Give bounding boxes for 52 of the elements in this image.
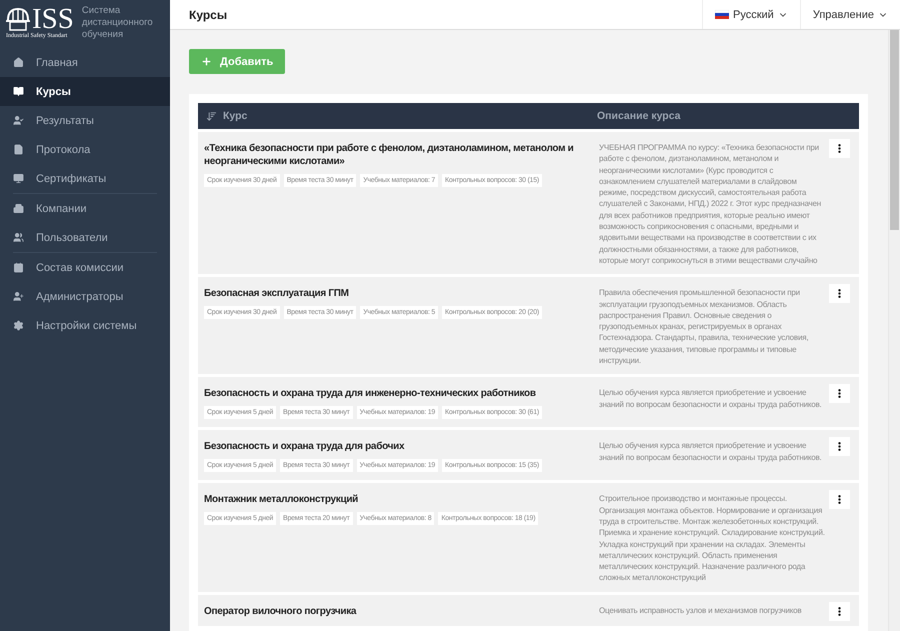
management-menu[interactable]: Управление: [800, 0, 900, 29]
menu-item-icon: [13, 320, 24, 331]
sidebar-item[interactable]: Администраторы: [0, 282, 170, 311]
course-title: Безопасная эксплуатация ГПМ: [204, 287, 350, 300]
course-description: Целью обучения курса является приобретение и усвоение знаний по вопросам безопасности и охраны труда работников.: [598, 440, 823, 464]
sort-icon: [206, 110, 217, 122]
helmet-icon: [6, 6, 30, 32]
course-row[interactable]: [198, 377, 859, 428]
row-menu-button[interactable]: [829, 602, 850, 621]
sidebar-item[interactable]: Пользователи: [0, 223, 170, 252]
row-menu-button[interactable]: [829, 437, 850, 456]
course-title: Монтажник металлоконструкций: [204, 493, 360, 506]
course-description: Оценивать исправность узлов и механизмов погрузчиков: [598, 604, 802, 617]
course-title: Безопасность и охрана труда для рабочих: [204, 440, 406, 454]
language-selector[interactable]: Русский: [702, 0, 800, 29]
sidebar-item[interactable]: Настройки системы: [0, 311, 170, 340]
course-title: «Техника безопасности при работе с фенолом, диэтаноламином, метанолом и неорганическими кислотами»: [204, 142, 574, 168]
plus-icon: [201, 56, 212, 67]
course-description: Строительное производство и монтажные процессы. Организация монтажа объектов. Нормирование и организация труда в строительстве. Монтаж железобетонных конструкций. Приемка и хранение конструкций. Складирование конструкций. Укладка конструкций при хранении на складах. Элементы металлических конструкций. Область применения металлических конструкций. Назначение различного рода сложных металлоконструкций: [598, 493, 826, 584]
menu-item-icon: [13, 262, 24, 273]
page-title: Курсы: [188, 8, 228, 22]
row-menu-button[interactable]: [829, 284, 850, 304]
sidebar-item[interactable]: Результаты: [0, 106, 170, 135]
sidebar-item[interactable]: Главная: [0, 48, 170, 77]
course-title: Безопасность и охрана труда для инженерно-технических работников: [204, 387, 537, 400]
sidebar-item[interactable]: Курсы: [0, 77, 170, 106]
row-menu-button[interactable]: [829, 139, 850, 158]
sidebar-item[interactable]: Компании: [0, 194, 170, 223]
sidebar-item[interactable]: Состав комиссии: [0, 253, 170, 282]
row-menu-button[interactable]: [829, 384, 850, 404]
column-header[interactable]: Курс: [198, 110, 589, 122]
sidebar-item[interactable]: Протокола: [0, 135, 170, 164]
scrollbar[interactable]: [888, 30, 900, 631]
sidebar-item[interactable]: Сертификаты: [0, 164, 170, 193]
course-row[interactable]: Оператор вилочного погрузчика Оценивать исправность узлов и механизмов погрузчиков: [198, 594, 859, 626]
menu-item-icon: [13, 203, 24, 214]
menu-item-icon: [13, 115, 24, 126]
menu-item-icon: [13, 57, 24, 68]
app-subtitle: Система дистанционного обучения: [82, 5, 152, 41]
flag-icon: [715, 10, 730, 19]
menu-item-icon: [13, 144, 24, 155]
course-title: Оператор вилочного погрузчика: [204, 604, 358, 618]
menu-item-icon: [13, 232, 24, 243]
course-description: УЧЕБНАЯ ПРОГРАММА по курсу: «Техника безопасности при работе с фенолом, диэтаноламином, метанолом и неорганическими кислотами» (Курс проводится с ознакомлением слушателей материалами в слайдовом режиме, посредством дискуссий, самостоятельная работа слушателей с Законами, НПД.) 2022 г. Этот курс предназначен для всех работников предприятия, которые реально имеют возможность соприкосновения с опасными, вредными и ядовитыми веществами на производстве в соответствии с их должностными обязанностями, а также для работников, которые могут соприкоснуться в этими веществами случайно: [598, 142, 822, 267]
row-menu-button[interactable]: [829, 490, 850, 510]
course-description: Целью обучения курса является приобретение и усвоение знаний по вопросам безопасности и охраны труда работников.: [598, 387, 823, 411]
logo-text: ISS: [32, 5, 74, 33]
course-description: Правила обеспечения промышленной безопасности при эксплуатации грузоподъемных механизмов. Область распространения Правил. Основные сведения о грузоподъемных кранах, регистрируемых в органах Гостехнадзора. Стандарты, правила, технические условия, методические указания, типовые программы и типовые инструкции.: [598, 287, 810, 368]
menu-item-icon: [13, 173, 24, 184]
column-header: Описание курса: [596, 110, 682, 122]
menu-item-icon: [13, 86, 24, 97]
menu-item-icon: [13, 291, 24, 302]
